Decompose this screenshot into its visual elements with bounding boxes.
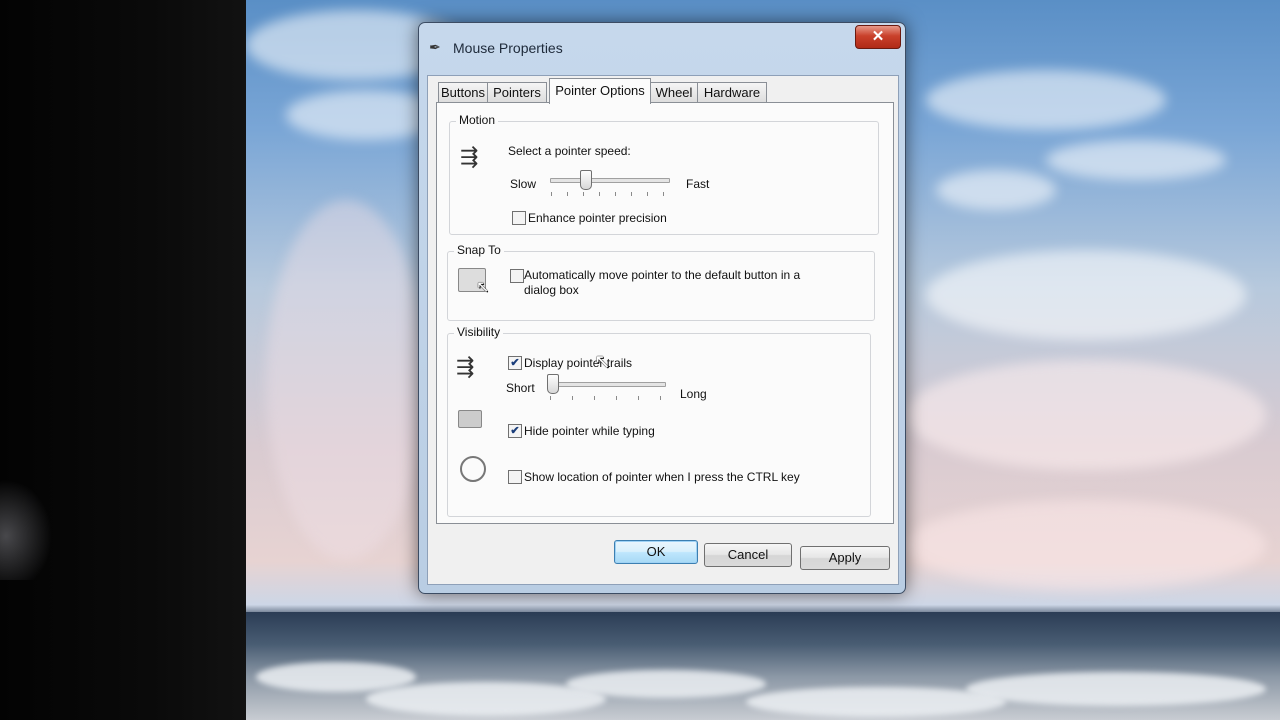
mouse-properties-dialog: ✒ Mouse Properties ✕ Buttons Pointers Po… <box>418 22 906 594</box>
dialog-client-area: Buttons Pointers Pointer Options Wheel H… <box>427 75 899 585</box>
tab-pointers[interactable]: Pointers <box>487 82 547 103</box>
monitor-bezel <box>0 0 250 720</box>
snap-to-label-line2[interactable]: dialog box <box>524 283 579 297</box>
pointer-trails-icon: ⇶ <box>456 354 475 379</box>
snap-to-group-title: Snap To <box>454 243 504 257</box>
snap-to-checkbox[interactable] <box>510 269 524 283</box>
tab-pointer-options[interactable]: Pointer Options <box>549 78 651 104</box>
snap-cursor-icon: ↖ <box>476 279 490 296</box>
short-label: Short <box>506 381 535 395</box>
mouse-icon: ✒ <box>429 39 441 55</box>
snap-to-label-line1[interactable]: Automatically move pointer to the defaul… <box>524 268 800 282</box>
long-label: Long <box>680 387 707 401</box>
speed-label: Select a pointer speed: <box>508 144 631 158</box>
close-button[interactable]: ✕ <box>855 25 901 49</box>
hide-pointer-label[interactable]: Hide pointer while typing <box>524 424 655 438</box>
enhance-precision-label[interactable]: Enhance pointer precision <box>528 211 667 225</box>
tab-wheel[interactable]: Wheel <box>650 82 698 103</box>
pointer-location-icon <box>460 456 486 482</box>
visibility-group: Visibility ⇶ ✔ Display pointer trails Sh… <box>447 325 871 517</box>
pointer-trails-checkbox[interactable]: ✔ <box>508 356 522 370</box>
ok-button[interactable]: OK <box>614 540 698 564</box>
speed-slider-track[interactable] <box>550 178 670 183</box>
visibility-group-title: Visibility <box>454 325 504 339</box>
sea <box>246 612 1280 720</box>
snap-to-group: Snap To ↖ Automatically move pointer to … <box>447 243 875 321</box>
pointer-trails-label[interactable]: Display pointer trails <box>524 356 632 370</box>
speed-slider-thumb[interactable] <box>580 170 593 190</box>
enhance-precision-checkbox[interactable] <box>512 211 526 225</box>
window-title: Mouse Properties <box>453 40 563 56</box>
slow-label: Slow <box>510 177 537 191</box>
tab-hardware[interactable]: Hardware <box>697 82 767 103</box>
title-bar[interactable]: ✒ Mouse Properties ✕ <box>419 23 905 69</box>
motion-group: Motion ⇶ Select a pointer speed: Slow Fa… <box>449 113 879 235</box>
hide-pointer-icon <box>458 410 482 428</box>
fast-label: Fast <box>686 177 710 191</box>
apply-button[interactable]: Apply <box>800 546 890 570</box>
cancel-button[interactable]: Cancel <box>704 543 792 567</box>
show-location-label[interactable]: Show location of pointer when I press th… <box>524 470 800 484</box>
show-location-checkbox[interactable] <box>508 470 522 484</box>
motion-group-title: Motion <box>456 113 499 127</box>
tab-buttons[interactable]: Buttons <box>438 82 488 103</box>
pointer-options-panel: Motion ⇶ Select a pointer speed: Slow Fa… <box>436 102 894 524</box>
mouse-cursor-icon: ↖ <box>594 351 611 373</box>
trail-slider-track[interactable] <box>548 382 666 387</box>
trail-slider-thumb[interactable] <box>547 374 559 394</box>
hide-pointer-checkbox[interactable]: ✔ <box>508 424 522 438</box>
pointer-speed-icon: ⇶ <box>460 144 479 169</box>
